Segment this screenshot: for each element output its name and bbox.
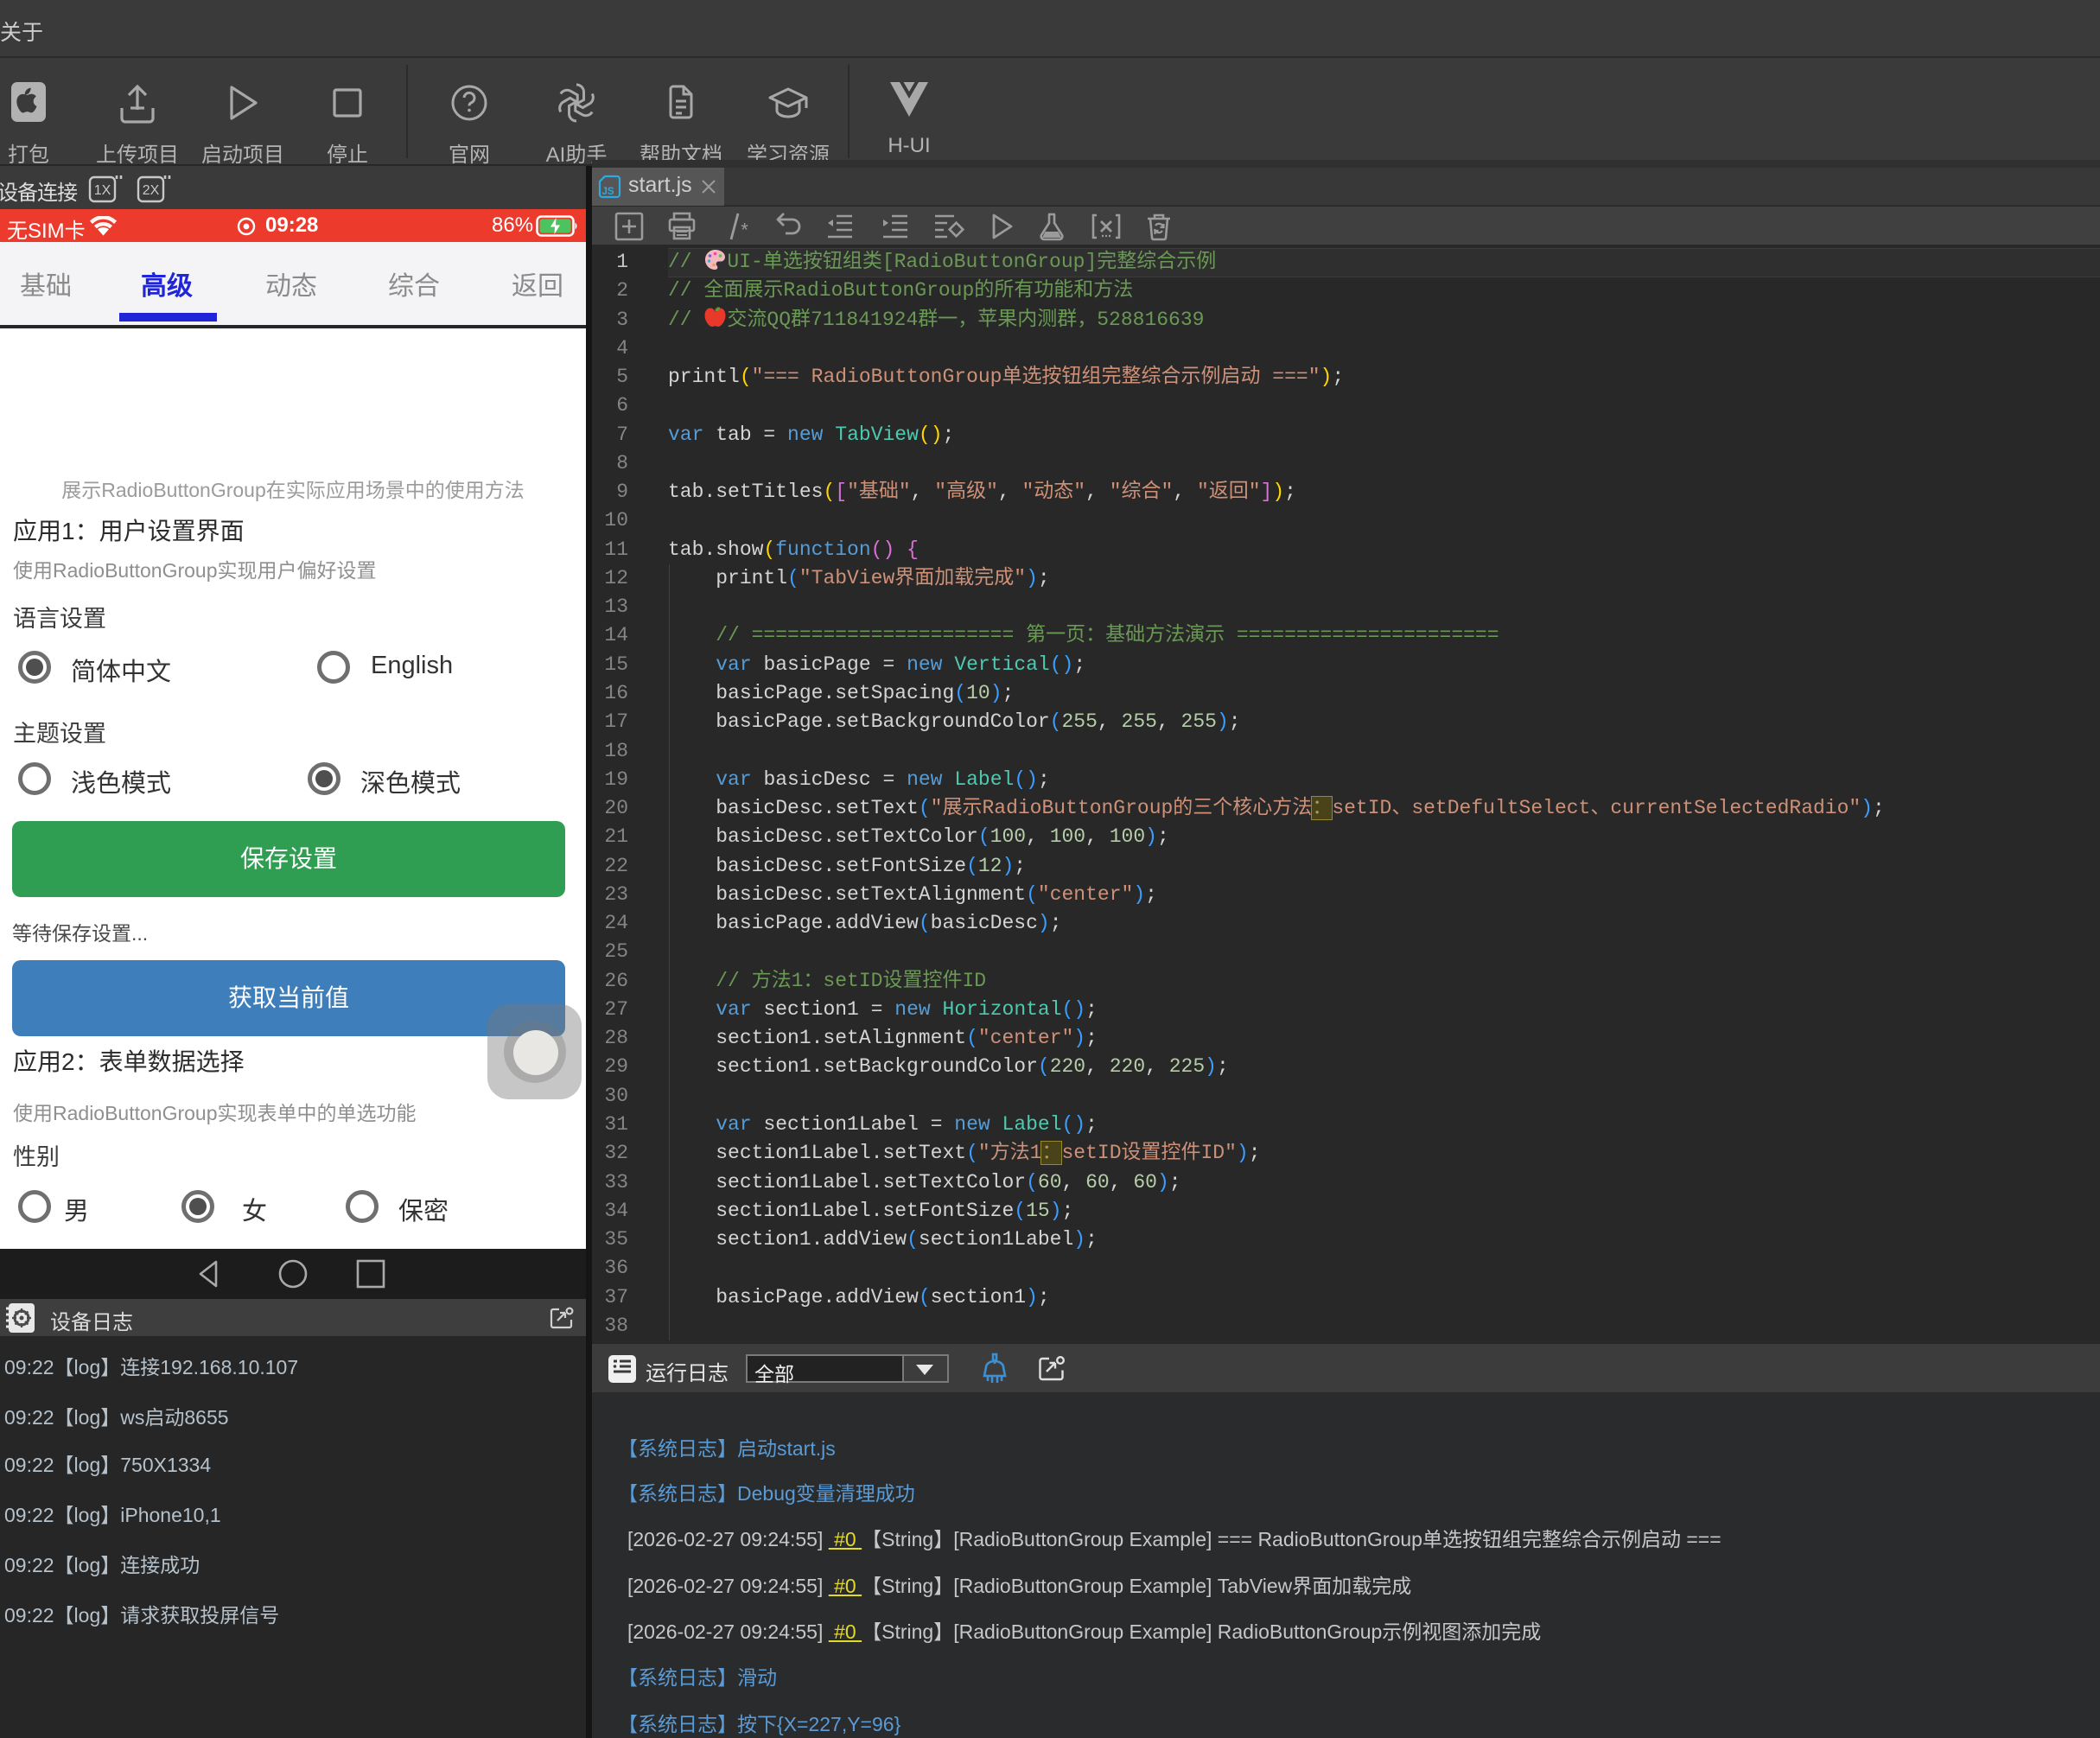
- svg-text:*: *: [739, 221, 750, 242]
- svg-text:1X: 1X: [94, 183, 111, 198]
- svg-text:JS: JS: [602, 187, 614, 197]
- svg-text:2X: 2X: [143, 183, 160, 198]
